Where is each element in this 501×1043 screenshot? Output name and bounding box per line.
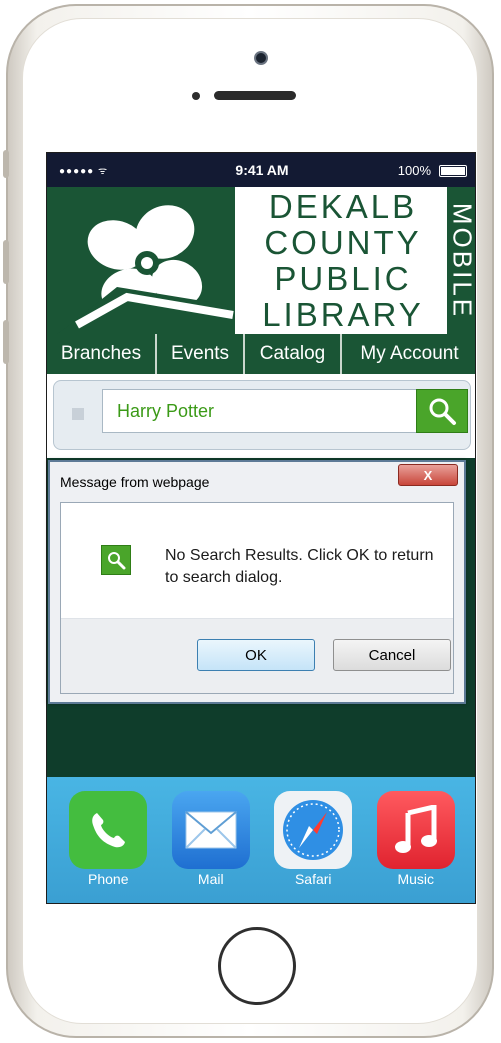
dock-app-label: Phone [88, 871, 129, 887]
status-bar: ●●●●● ᯤ 9:41 AM 100% [47, 153, 475, 187]
dock-app-safari[interactable]: Safari [268, 777, 358, 903]
search-icon [429, 398, 456, 425]
dialog-close-button[interactable]: X [398, 464, 458, 486]
alert-dialog: Message from webpage X No Search Results… [48, 460, 466, 704]
phone-icon [69, 791, 148, 869]
battery-percent: 100% [397, 163, 431, 178]
cancel-button[interactable]: Cancel [333, 639, 451, 671]
search-input[interactable] [102, 389, 417, 433]
volume-up-button [3, 240, 9, 284]
dialog-body: No Search Results. Click OK to return to… [60, 502, 454, 694]
tab-events[interactable]: Events [157, 334, 245, 374]
search-button[interactable] [416, 389, 468, 433]
dock-app-music[interactable]: Music [371, 777, 461, 903]
dock-app-phone[interactable]: Phone [63, 777, 153, 903]
battery-icon [439, 165, 467, 177]
dock-app-label: Mail [197, 871, 224, 887]
dock-app-label: Safari [294, 871, 332, 887]
library-name: DEKALB COUNTY PUBLIC LIBRARY [243, 189, 443, 333]
music-icon [376, 791, 455, 869]
app-dock: Phone Mail Safari Music [47, 777, 475, 903]
library-name-line-1: DEKALB [268, 188, 418, 225]
mobile-tagline-text: MOBILE [447, 202, 476, 319]
dock-app-label: Music [397, 871, 435, 887]
library-logo-banner: DEKALB COUNTY PUBLIC LIBRARY MOBILE [47, 187, 476, 334]
search-icon [101, 545, 131, 575]
mute-switch [3, 150, 9, 178]
volume-down-button [3, 320, 9, 364]
dogwood-flower-logo-icon [47, 187, 235, 334]
dialog-title: Message from webpage [60, 474, 210, 490]
front-camera [254, 51, 268, 65]
mail-icon [171, 791, 250, 869]
tab-branches[interactable]: Branches [47, 334, 157, 374]
tab-catalog[interactable]: Catalog [245, 334, 342, 374]
dialog-message: No Search Results. Click OK to return to… [165, 547, 434, 586]
main-nav: Branches Events Catalog My Account [47, 334, 475, 374]
library-name-line-3: PUBLIC [274, 260, 412, 297]
home-button[interactable] [218, 927, 296, 1005]
search-bar-marker [72, 408, 84, 420]
dialog-footer: OK Cancel [61, 618, 453, 693]
search-bar [53, 380, 471, 450]
ok-button[interactable]: OK [197, 639, 315, 671]
mobile-tagline: MOBILE [447, 187, 476, 334]
content-background [47, 709, 475, 777]
tab-my-account[interactable]: My Account [342, 334, 475, 374]
safari-icon [274, 791, 353, 869]
library-name-line-4: LIBRARY [262, 296, 424, 333]
search-area [47, 374, 475, 458]
proximity-sensor [192, 92, 200, 100]
dock-app-mail[interactable]: Mail [166, 777, 256, 903]
earpiece-speaker [214, 91, 296, 100]
library-name-line-2: COUNTY [264, 224, 422, 261]
